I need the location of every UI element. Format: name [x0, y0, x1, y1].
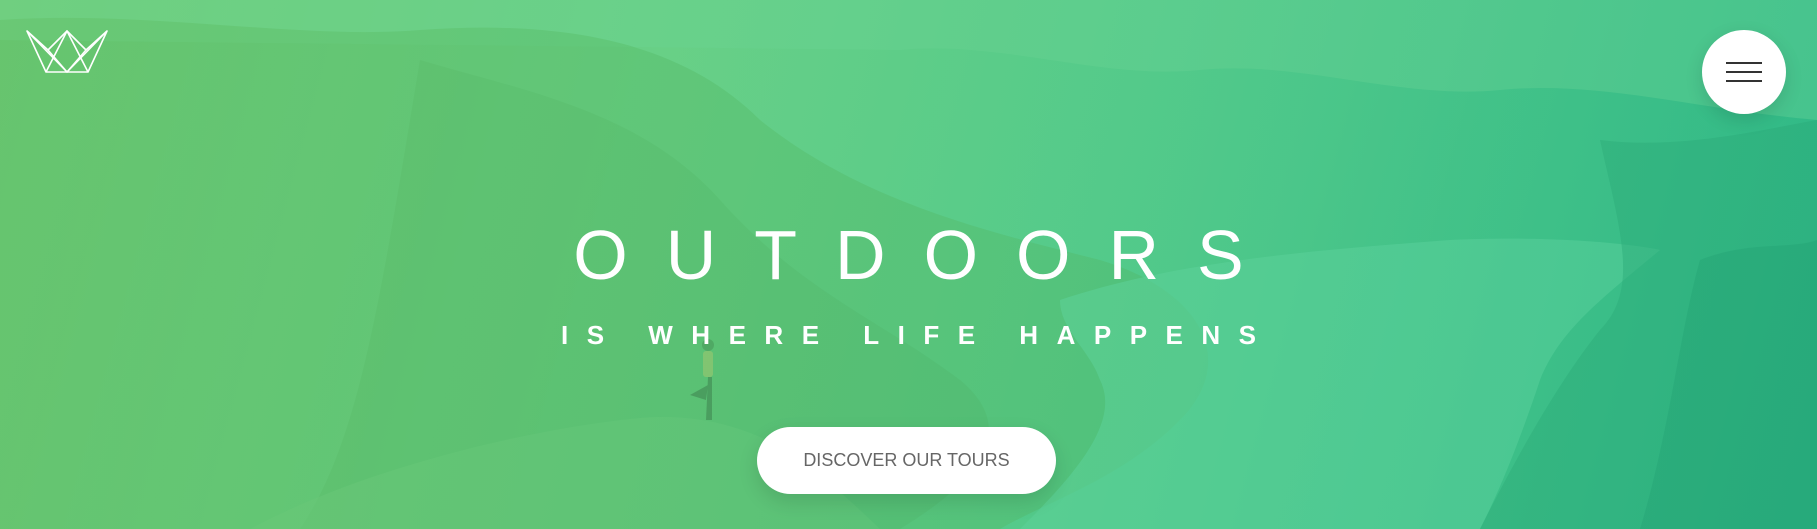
menu-icon-bar [1726, 80, 1762, 82]
menu-icon-bar [1726, 71, 1762, 73]
hero-title: OUTDOORS [573, 216, 1282, 294]
discover-tours-button[interactable]: DISCOVER OUR TOURS [757, 427, 1056, 494]
hero-section: OUTDOORS IS WHERE LIFE HAPPENS DISCOVER … [0, 0, 1817, 529]
hero-subtitle: IS WHERE LIFE HAPPENS [560, 320, 1275, 350]
hamburger-menu-button[interactable] [1702, 30, 1786, 114]
crown-logo-icon[interactable] [26, 28, 108, 74]
hamburger-menu-icon [1726, 62, 1762, 64]
